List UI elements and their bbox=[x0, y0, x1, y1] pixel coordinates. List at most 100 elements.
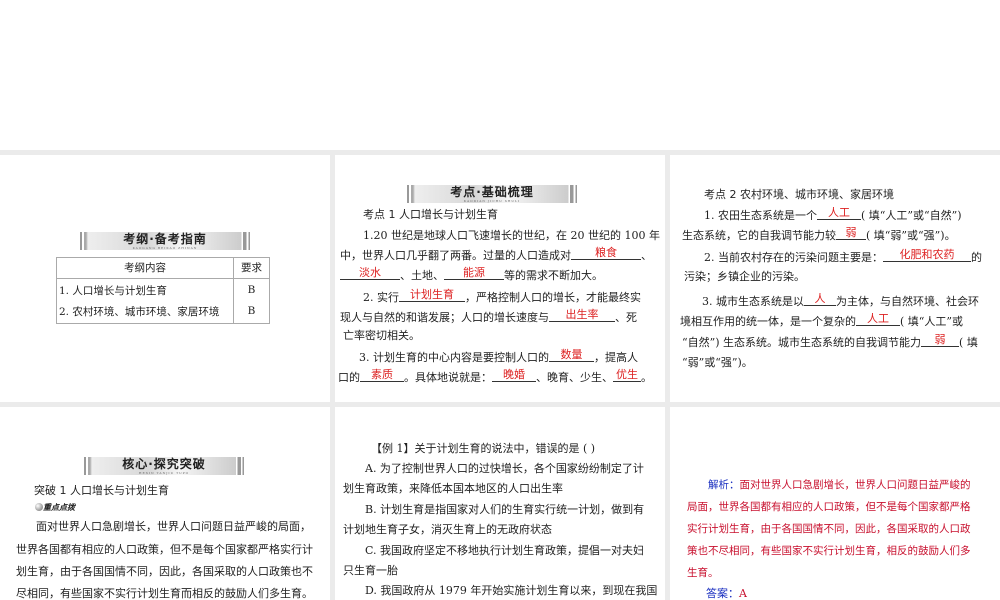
answer-blank: 淡水 bbox=[340, 267, 400, 280]
text: 中，世界人口几乎翻了两番。过量的人口造成对 bbox=[340, 249, 571, 262]
text: ，严格控制人口的增长，才能最终实 bbox=[465, 291, 641, 304]
analysis-line: 解析：面对世界人口急剧增长，世界人口问题日益严峻的 bbox=[708, 475, 971, 495]
analysis-label: 解析： bbox=[708, 479, 740, 491]
text-line: 淡水 、土地、 能源 等的需求不断加大。 bbox=[340, 266, 603, 286]
row-item: 2. 农村环境、城市环境、家居环境 bbox=[59, 306, 220, 318]
text-line: 生态系统，它的自我调节能力较弱( 填“弱”或“强”)。 bbox=[682, 226, 956, 246]
text-line: 现人与自然的和谐发展；人口的增长速度与 出生率 、死 bbox=[340, 308, 637, 328]
text-line: 划生育政策，来降低本国本地区的人口出生率 bbox=[343, 482, 563, 495]
text: 3. 计划生育的中心内容是要控制人口的 bbox=[359, 351, 549, 364]
header-requirement: 要求 bbox=[233, 257, 270, 279]
text: 2. 实行 bbox=[363, 291, 399, 304]
text: 、死 bbox=[615, 311, 637, 324]
text: 等的需求不断加大。 bbox=[504, 269, 603, 282]
text: ( 填“人工”或 bbox=[900, 315, 964, 328]
slide-analysis[interactable]: 解析：面对世界人口急剧增长，世界人口问题日益严峻的 局面，世界各国都有相应的人口… bbox=[670, 407, 1000, 600]
answer-blank: 弱 bbox=[921, 334, 960, 347]
text-line: 面对世界人口急剧增长，世界人口问题日益严峻的局面， bbox=[36, 520, 311, 533]
option-c[interactable]: C. 我国政府坚定不移地执行计划生育政策，提倡一对夫妇 bbox=[365, 541, 644, 561]
answer-blank: 能源 bbox=[444, 267, 504, 280]
answer-blank: 粮食 bbox=[571, 247, 641, 260]
text: 2. 当前农村存在的污染问题主要是： bbox=[704, 251, 883, 264]
text-line: 2. 实行 计划生育 ，严格控制人口的增长，才能最终实 bbox=[363, 288, 641, 308]
slide-topic-2[interactable]: 考点 2 农村环境、城市环境、家居环境 1. 农田生态系统是一个 人工( 填“人工… bbox=[670, 155, 1000, 402]
text: 现人与自然的和谐发展；人口的增长速度与 bbox=[340, 311, 549, 324]
text-line: 中，世界人口几乎翻了两番。过量的人口造成对 粮食、 bbox=[340, 246, 652, 266]
text: 。具体地说就是： bbox=[404, 371, 492, 384]
bullet-icon bbox=[35, 503, 43, 511]
key-points-tag: 重点点拨 bbox=[35, 501, 75, 513]
text-line: 亡率密切相关。 bbox=[343, 329, 420, 342]
text: “自然”) 生态系统。城市生态系统的自我调节能力 bbox=[682, 336, 922, 349]
text: 3. 城市生态系统是以 bbox=[702, 295, 804, 308]
text: 为主体，与自然环境、社会环 bbox=[836, 295, 979, 308]
syllabus-table: 考纲内容 要求 1. 人口增长与计划生育 2. 农村环境、城市环境、家居环境 B B bbox=[56, 257, 270, 324]
row-req: B bbox=[247, 284, 256, 296]
text: ，提高人 bbox=[594, 351, 638, 364]
slide-exam-guide[interactable]: 考纲·备考指南 KAOGANG BEIKAO ZHINAN 考纲内容 要求 1. 人… bbox=[0, 155, 330, 402]
text-line: 尽相同，有些国家不实行计划生育而相反的鼓励人们多生育。 bbox=[16, 587, 313, 600]
banner-title: 核心·探究突破 bbox=[122, 457, 206, 471]
section-banner: 核心·探究突破 HEXIN TANJIU TUPO bbox=[84, 457, 244, 475]
text: 生态系统，它的自我调节能力较 bbox=[682, 229, 836, 242]
text-line: 计划地生育子女，消灭生育上的无政府状态 bbox=[343, 523, 552, 536]
section-banner: 考点·基础梳理 KAODIAN JICHU SHULI bbox=[407, 185, 577, 203]
text: 境相互作用的统一体，是一个复杂的 bbox=[680, 315, 856, 328]
answer-blank: 人工 bbox=[856, 313, 900, 326]
slide-core-breakthrough[interactable]: 核心·探究突破 HEXIN TANJIU TUPO 突破 1 人口增长与计划生育 … bbox=[0, 407, 330, 600]
text-line: 3. 计划生育的中心内容是要控制人口的 数量 ，提高人 bbox=[359, 348, 638, 368]
text: ( 填“弱”或“强”)。 bbox=[866, 229, 956, 242]
text: 1. 农田生态系统是一个 bbox=[704, 209, 817, 222]
banner-subtitle: KAOGANG BEIKAO ZHINAN bbox=[132, 246, 198, 250]
option-a[interactable]: A. 为了控制世界人口的过快增长，各个国家纷纷制定了计 bbox=[365, 459, 644, 479]
answer-blank: 晚婚 bbox=[492, 369, 536, 382]
answer-blank: 计划生育 bbox=[399, 289, 465, 302]
text: 、土地、 bbox=[400, 269, 444, 282]
text: 的 bbox=[971, 251, 982, 264]
banner-title: 考点·基础梳理 bbox=[450, 185, 534, 199]
answer-line: 答案：A bbox=[706, 584, 747, 600]
header-content: 考纲内容 bbox=[56, 257, 234, 279]
analysis-line: 实行计划生育，由于各国国情不同，因此，各国采取的人口政 bbox=[687, 523, 971, 535]
answer-blank: 优生 bbox=[613, 369, 641, 382]
topic-heading: 突破 1 人口增长与计划生育 bbox=[34, 484, 169, 497]
text-line: 污染；乡镇企业的污染。 bbox=[684, 270, 805, 283]
text-line: 划生育，由于各国国情不同，因此，各国采取的人口政策也不 bbox=[16, 565, 313, 578]
text-line: 2. 当前农村存在的污染问题主要是： 化肥和农药的 bbox=[704, 248, 982, 268]
text-line: 境相互作用的统一体，是一个复杂的 人工( 填“人工”或 bbox=[680, 312, 963, 332]
topic-heading: 考点 2 农村环境、城市环境、家居环境 bbox=[704, 188, 894, 201]
option-d[interactable]: D. 我国政府从 1979 年开始实施计划生育以来，到现在我国 bbox=[365, 581, 657, 600]
text: ( 填“人工”或“自然”) bbox=[861, 209, 962, 222]
option-b[interactable]: B. 计划生育是指国家对人们的生育实行统一计划，做到有 bbox=[365, 500, 644, 520]
question-stem: 【例 1】关于计划生育的说法中，错误的是 ( ) bbox=[371, 442, 596, 455]
answer-blank: 化肥和农药 bbox=[883, 249, 971, 262]
answer-blank: 素质 bbox=[360, 369, 404, 382]
text-line: 口的 素质 。具体地说就是： 晚婚 、晚育、少生、 优生。 bbox=[338, 368, 652, 388]
analysis-line: 策也不尽相同，有些国家不实行计划生育，相反的鼓励人们多 bbox=[687, 545, 971, 557]
slide-basic-review[interactable]: 考点·基础梳理 KAODIAN JICHU SHULI 考点 1 人口增长与计划生… bbox=[335, 155, 665, 402]
text-line: 世界各国都有相应的人口政策，但不是每个国家都严格实行计 bbox=[16, 543, 313, 556]
slide-example-1[interactable]: 【例 1】关于计划生育的说法中，错误的是 ( ) A. 为了控制世界人口的过快增… bbox=[335, 407, 665, 600]
text-line: 3. 城市生态系统是以人为主体，与自然环境、社会环 bbox=[702, 292, 979, 312]
banner-title: 考纲·备考指南 bbox=[123, 232, 207, 246]
banner-subtitle: KAODIAN JICHU SHULI bbox=[463, 199, 521, 203]
text: 面对世界人口急剧增长，世界人口问题日益严峻的 bbox=[739, 479, 971, 491]
table-row: 1. 人口增长与计划生育 2. 农村环境、城市环境、家居环境 B B bbox=[56, 278, 270, 324]
text: 、 bbox=[641, 249, 652, 262]
section-banner: 考纲·备考指南 KAOGANG BEIKAO ZHINAN bbox=[80, 232, 250, 250]
answer-value: A bbox=[739, 587, 747, 600]
answer-blank: 人工 bbox=[817, 207, 861, 220]
answer-blank: 弱 bbox=[836, 227, 866, 240]
answer-blank: 数量 bbox=[549, 349, 594, 362]
answer-blank: 出生率 bbox=[549, 309, 615, 322]
analysis-line: 生育。 bbox=[687, 567, 719, 579]
text-line: “弱”或“强”)。 bbox=[682, 356, 753, 369]
text: 、晚育、少生、 bbox=[536, 371, 613, 384]
tag-label: 重点点拨 bbox=[43, 502, 75, 512]
topic-heading: 考点 1 人口增长与计划生育 bbox=[363, 208, 498, 221]
blank-top-area bbox=[0, 0, 1000, 150]
text: 。 bbox=[641, 371, 652, 384]
text-line: 1. 农田生态系统是一个 人工( 填“人工”或“自然”) bbox=[704, 206, 962, 226]
banner-subtitle: HEXIN TANJIU TUPO bbox=[138, 471, 190, 475]
text-line: 只生育一胎 bbox=[343, 564, 398, 577]
